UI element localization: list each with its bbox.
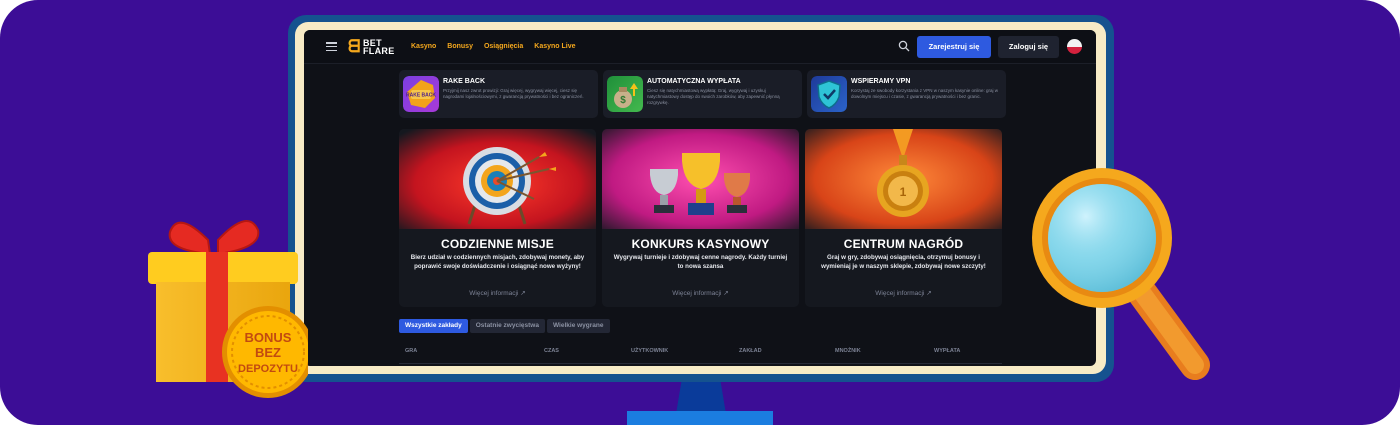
- column-header: WYPŁATA: [934, 348, 961, 354]
- tab-big-wins[interactable]: Wielkie wygrane: [546, 319, 610, 333]
- rakeback-badge-icon: RAKE BACK: [403, 76, 439, 112]
- promo-text: Ciesz się natychmiastową wypłatą: Graj, …: [647, 88, 780, 105]
- card-title: CODZIENNE MISJE: [440, 237, 554, 251]
- nav-kasyno[interactable]: Kasyno: [411, 43, 436, 50]
- monitor-stand-neck: [676, 378, 726, 414]
- magnifying-glass-illustration: [1032, 168, 1210, 380]
- nav-kasyno-live[interactable]: Kasyno Live: [534, 43, 575, 50]
- top-navbar: ᗺ BET FLARE Kasyno Bonusy Osiągnięcia Ka…: [304, 30, 1096, 64]
- main-nav: Kasyno Bonusy Osiągnięcia Kasyno Live: [411, 43, 576, 50]
- card-text: Bierz udział w codziennych misjach, zdob…: [410, 254, 585, 270]
- betflare-logo[interactable]: ᗺ BET FLARE: [348, 38, 400, 57]
- nav-osiagniecia[interactable]: Osiągnięcia: [484, 43, 523, 50]
- column-header: CZAS: [544, 348, 559, 354]
- external-link-icon: ↗: [723, 290, 729, 297]
- column-header: ZAKŁAD: [739, 348, 762, 354]
- target-illustration: [399, 129, 596, 229]
- promo-banner: ᗺ BET FLARE Kasyno Bonusy Osiągnięcia Ka…: [0, 0, 1400, 425]
- svg-text:$: $: [620, 95, 626, 106]
- more-info-link[interactable]: Więcej informacji ↗: [399, 289, 596, 297]
- promo-text: Korzystaj ze swobody korzystania z VPN w…: [851, 88, 999, 99]
- card-text: Wygrywaj turnieje i zdobywaj cenne nagro…: [613, 254, 788, 270]
- logo-bolt-icon: ᗺ: [348, 37, 361, 56]
- casino-screen: ᗺ BET FLARE Kasyno Bonusy Osiągnięcia Ka…: [304, 30, 1096, 366]
- card-daily-missions[interactable]: CODZIENNE MISJE Bierz udział w codzienny…: [399, 129, 596, 307]
- shield-icon: [811, 76, 847, 112]
- tab-all-bets[interactable]: Wszystkie zakłady: [399, 319, 468, 333]
- card-title: CENTRUM NAGRÓD: [843, 237, 964, 251]
- coin-text: BONUS: [245, 330, 292, 345]
- promo-rakeback[interactable]: RAKE BACK RAKE BACK Przyjmij nasz zwrot …: [399, 70, 598, 118]
- gift-box-illustration: BONUS BEZ DEPOZYTU: [148, 220, 308, 398]
- login-button[interactable]: Zaloguj się: [998, 36, 1059, 58]
- logo-bottom-text: FLARE: [363, 46, 395, 56]
- promo-text: Przyjmij nasz zwrot prowizji: Graj więce…: [443, 88, 584, 99]
- coin-text: DEPOZYTU: [238, 363, 298, 375]
- promo-title: WSPIERAMY VPN: [851, 78, 911, 85]
- rakeback-badge-text: RAKE BACK: [406, 93, 436, 99]
- nav-bonusy[interactable]: Bonusy: [447, 43, 473, 50]
- register-button[interactable]: Zarejestruj się: [917, 36, 991, 58]
- more-info-link[interactable]: Więcej informacji ↗: [602, 289, 799, 297]
- card-text: Graj w gry, zdobywaj osiągnięcia, otrzym…: [821, 254, 986, 270]
- tab-recent-wins[interactable]: Ostatnie zwycięstwa: [469, 319, 545, 333]
- promo-auto-payout[interactable]: $ AUTOMATYCZNA WYPŁATA Ciesz się natychm…: [603, 70, 802, 118]
- poland-flag-icon[interactable]: [1067, 39, 1082, 54]
- external-link-icon: ↗: [926, 290, 932, 297]
- search-icon[interactable]: [898, 40, 910, 52]
- money-bag-icon: $: [607, 76, 643, 112]
- promo-title: RAKE BACK: [443, 78, 485, 85]
- card-rewards-center[interactable]: 1 CENTRUM NAGRÓD Graj w gry, zdobywaj os…: [805, 129, 1002, 307]
- menu-icon[interactable]: [326, 42, 337, 52]
- coin-text: BEZ: [255, 345, 281, 360]
- promo-vpn[interactable]: WSPIERAMY VPN Korzystaj ze swobody korzy…: [807, 70, 1006, 118]
- more-info-link[interactable]: Więcej informacji ↗: [805, 289, 1002, 297]
- promo-title: AUTOMATYCZNA WYPŁATA: [647, 78, 741, 85]
- column-header: GRA: [405, 348, 418, 354]
- svg-text:1: 1: [900, 185, 907, 199]
- column-header: UŻYTKOWNIK: [631, 348, 669, 354]
- bets-tabs: Wszystkie zakłady Ostatnie zwycięstwa Wi…: [399, 319, 610, 333]
- external-link-icon: ↗: [520, 290, 526, 297]
- card-title: KONKURS KASYNOWY: [631, 237, 770, 251]
- column-header: MNOŻNIK: [835, 348, 861, 354]
- card-casino-contest[interactable]: KONKURS KASYNOWY Wygrywaj turnieje i zdo…: [602, 129, 799, 307]
- trophies-illustration: [602, 129, 799, 229]
- monitor-stand-base: [627, 411, 773, 425]
- medal-illustration: 1: [805, 129, 1002, 229]
- bets-table-header: GRA CZAS UŻYTKOWNIK ZAKŁAD MNOŻNIK WYPŁA…: [399, 342, 1002, 364]
